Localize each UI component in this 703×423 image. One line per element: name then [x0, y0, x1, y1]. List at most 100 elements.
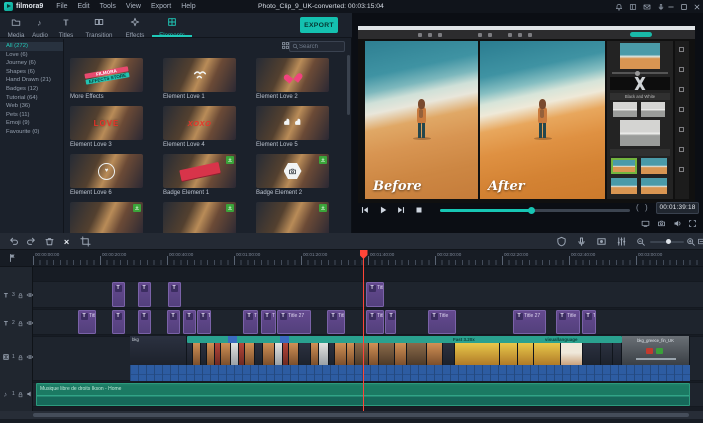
video-clip[interactable] — [534, 343, 561, 365]
video-audio-waveband[interactable] — [130, 365, 690, 381]
title-clip[interactable]: T — [183, 310, 196, 334]
video-clip[interactable] — [561, 343, 583, 365]
video-clip[interactable] — [583, 343, 601, 365]
video-clip[interactable] — [395, 343, 407, 365]
tab-effects[interactable]: Effects — [118, 14, 152, 39]
element-thumb[interactable] — [256, 202, 329, 236]
undo-icon[interactable] — [8, 236, 19, 247]
category-love[interactable]: Love (6) — [0, 51, 63, 60]
category-web[interactable]: Web (36) — [0, 102, 63, 111]
play-button[interactable] — [378, 205, 388, 215]
element-thumb-badge-element-1[interactable] — [163, 154, 236, 188]
record-icon[interactable] — [596, 236, 607, 247]
lock-icon[interactable] — [17, 320, 24, 327]
title-clip[interactable]: TTitle — [428, 310, 456, 334]
element-thumb-more-effects[interactable]: FILMORA EFFECTS STORE — [70, 58, 143, 92]
mixer-icon[interactable] — [616, 236, 627, 247]
category-hand-drawn[interactable]: Hand Drawn (21) — [0, 76, 63, 85]
crop-icon[interactable] — [80, 236, 91, 247]
timeline-ruler[interactable]: 00:00:00:00 00:00:20:00 00:00:40:00 00:01:0… — [0, 250, 703, 267]
add-marker-icon[interactable] — [8, 253, 18, 263]
trash-icon[interactable] — [44, 236, 55, 247]
video-clip[interactable] — [319, 343, 329, 365]
title-clip[interactable]: T Title 27 — [513, 310, 546, 334]
title-clip[interactable]: TTi — [197, 310, 211, 334]
volume-icon[interactable] — [673, 219, 682, 228]
next-frame-button[interactable] — [396, 205, 406, 215]
minimize-icon[interactable] — [667, 3, 675, 11]
category-all[interactable]: All (272) — [0, 42, 63, 51]
title-clip[interactable]: T Title 27 — [277, 310, 311, 334]
title-clip[interactable]: TTitle — [556, 310, 580, 334]
export-button[interactable]: EXPORT — [300, 17, 338, 33]
bell-icon[interactable] — [615, 3, 623, 11]
video-clip[interactable] — [500, 343, 518, 365]
title-clip[interactable]: TTitle — [243, 310, 258, 334]
tab-transition[interactable]: Transition — [80, 14, 118, 39]
lock-icon[interactable] — [17, 391, 24, 398]
video-clip[interactable] — [275, 343, 283, 365]
voiceover-icon[interactable] — [576, 236, 587, 247]
video-clip[interactable] — [335, 343, 347, 365]
menu-tools[interactable]: Tools — [100, 3, 116, 10]
category-journey[interactable]: Journey (6) — [0, 59, 63, 68]
seek-knob[interactable] — [527, 206, 535, 214]
tab-media[interactable]: Media — [4, 14, 28, 39]
title-clip[interactable]: TTi — [261, 310, 276, 334]
layout-icon[interactable] — [629, 3, 637, 11]
title-clip[interactable]: T — [167, 310, 180, 334]
video-clip[interactable] — [355, 343, 369, 365]
title-clip[interactable]: TTitle 58 — [78, 310, 96, 334]
previous-frame-button[interactable] — [360, 205, 370, 215]
video-clip[interactable] — [443, 343, 455, 365]
element-thumb-element-love-6[interactable]: ♥ — [70, 154, 143, 188]
video-clip[interactable] — [427, 343, 443, 365]
video-clip[interactable] — [231, 343, 239, 365]
video-clip[interactable] — [613, 343, 622, 365]
mark-in-icon[interactable]: ( — [636, 203, 639, 212]
element-thumb-element-love-1[interactable] — [163, 58, 236, 92]
stop-button[interactable] — [414, 205, 424, 215]
video-clip[interactable] — [255, 343, 263, 365]
video-clip[interactable] — [407, 343, 427, 365]
fullscreen-icon[interactable] — [688, 219, 697, 228]
title-clip[interactable]: T — [112, 282, 125, 307]
element-thumb-element-love-5[interactable] — [256, 106, 329, 140]
video-clip[interactable] — [601, 343, 613, 365]
cut-icon[interactable]: × — [62, 236, 73, 247]
menu-edit[interactable]: Edit — [78, 3, 90, 10]
menu-view[interactable]: View — [126, 3, 141, 10]
title-clip[interactable]: T — [385, 310, 396, 334]
mic-icon[interactable] — [657, 3, 665, 11]
video-clip[interactable] — [193, 343, 201, 365]
tab-titles[interactable]: T Titles — [52, 14, 80, 39]
marker-icon[interactable] — [556, 236, 567, 247]
menu-file[interactable]: File — [56, 3, 67, 10]
display-icon[interactable] — [641, 219, 650, 228]
title-clip[interactable]: TTitle 2 — [327, 310, 345, 334]
element-thumb-element-love-4[interactable]: XOXO — [163, 106, 236, 140]
preview-video[interactable]: Before After Black and White — [358, 26, 695, 203]
title-clip[interactable]: T — [138, 282, 151, 307]
lock-icon[interactable] — [17, 292, 24, 299]
mark-out-icon[interactable]: ) — [645, 203, 648, 212]
video-clip[interactable] — [347, 343, 355, 365]
title-clip[interactable]: T — [112, 310, 125, 334]
vertical-scrollbar[interactable] — [347, 55, 350, 115]
zoom-knob[interactable] — [666, 238, 672, 244]
redo-icon[interactable] — [26, 236, 37, 247]
video-clip[interactable] — [455, 343, 500, 365]
element-thumb-element-love-2[interactable] — [256, 58, 329, 92]
category-emoji[interactable]: Emoji (9) — [0, 119, 63, 128]
element-thumb[interactable] — [163, 202, 236, 236]
menu-help[interactable]: Help — [181, 3, 195, 10]
title-clip[interactable]: T — [138, 310, 151, 334]
title-clip[interactable]: T — [168, 282, 181, 307]
category-badges[interactable]: Badges (12) — [0, 85, 63, 94]
video-clip-final[interactable]: bkg_greece_fin_UK — [622, 336, 690, 365]
title-clip[interactable]: TTi — [582, 310, 596, 334]
video-clip[interactable] — [311, 343, 319, 365]
video-clip[interactable] — [289, 343, 299, 365]
category-tutorial[interactable]: Tutorial (64) — [0, 94, 63, 103]
video-clip[interactable] — [263, 343, 275, 365]
